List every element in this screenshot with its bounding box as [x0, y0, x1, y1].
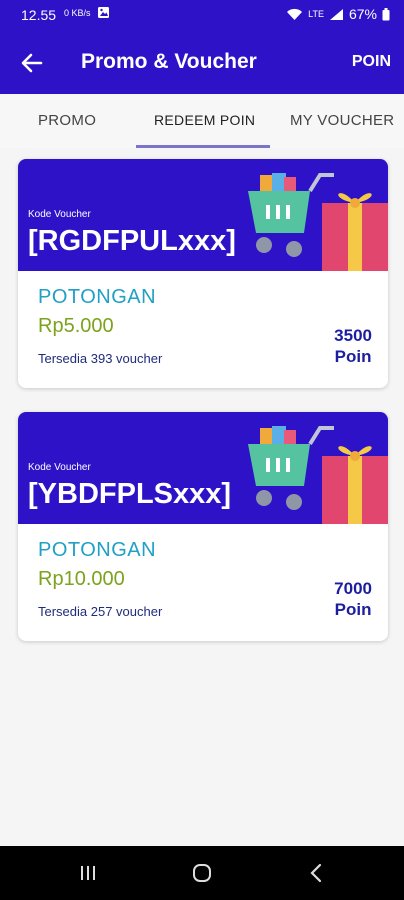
home-icon	[193, 864, 211, 882]
recent-apps-icon	[81, 866, 95, 880]
shopping-cart-gift-icon	[248, 426, 388, 524]
voucher-code: [RGDFPULxxx]	[28, 225, 236, 257]
voucher-type: POTONGAN	[38, 539, 157, 561]
battery-percent: 67%	[348, 6, 377, 22]
back-button[interactable]	[14, 47, 50, 79]
poin-button[interactable]: POIN	[352, 53, 391, 71]
arrow-left-icon	[21, 53, 43, 73]
voucher-type: POTONGAN	[38, 286, 157, 308]
points-unit: Poin	[334, 600, 372, 619]
battery-icon	[382, 7, 390, 20]
tab-bar: PROMO REDEEM POIN MY VOUCHER	[0, 94, 404, 148]
tab-redeem-poin[interactable]: REDEEM POIN	[154, 112, 255, 128]
system-navigation-bar	[0, 846, 404, 900]
signal-icon	[329, 8, 343, 20]
voucher-stock: Tersedia 257 voucher	[38, 604, 163, 619]
gallery-icon	[97, 7, 109, 18]
voucher-stock: Tersedia 393 voucher	[38, 351, 163, 366]
voucher-code: [YBDFPLSxxx]	[28, 478, 232, 510]
voucher-points: 3500 Poin	[334, 325, 372, 367]
voucher-card-header: Kode Voucher [RGDFPULxxx]	[18, 159, 388, 271]
active-tab-indicator	[136, 145, 270, 148]
status-time: 12.55	[21, 7, 57, 23]
voucher-amount: Rp10.000	[38, 568, 125, 590]
points-value: 7000	[334, 579, 372, 598]
home-button[interactable]	[182, 861, 222, 885]
shopping-cart-gift-icon	[248, 173, 388, 271]
page-title: Promo & Voucher	[81, 50, 257, 73]
recent-apps-button[interactable]	[68, 861, 108, 885]
voucher-card[interactable]: Kode Voucher [RGDFPULxxx] POTONGAN Rp5.0…	[18, 159, 388, 388]
chevron-left-icon	[310, 863, 322, 883]
voucher-card[interactable]: Kode Voucher [YBDFPLSxxx] POTONGAN Rp10.…	[18, 412, 388, 641]
voucher-card-header: Kode Voucher [YBDFPLSxxx]	[18, 412, 388, 524]
data-speed-indicator: 0 KB/s	[64, 7, 91, 18]
app-bar: Promo & Voucher POIN	[0, 32, 404, 94]
volte-icon: LTE	[308, 9, 324, 19]
back-nav-button[interactable]	[296, 861, 336, 885]
voucher-amount: Rp5.000	[38, 315, 114, 337]
kode-voucher-label: Kode Voucher	[28, 209, 91, 220]
voucher-points: 7000 Poin	[334, 578, 372, 620]
wifi-icon	[287, 8, 303, 20]
points-unit: Poin	[334, 347, 372, 366]
tab-promo[interactable]: PROMO	[38, 112, 96, 129]
points-value: 3500	[334, 326, 372, 345]
kode-voucher-label: Kode Voucher	[28, 462, 91, 473]
status-bar: 12.55 0 KB/s LTE 67%	[0, 0, 404, 32]
tab-my-voucher[interactable]: MY VOUCHER	[290, 112, 394, 129]
